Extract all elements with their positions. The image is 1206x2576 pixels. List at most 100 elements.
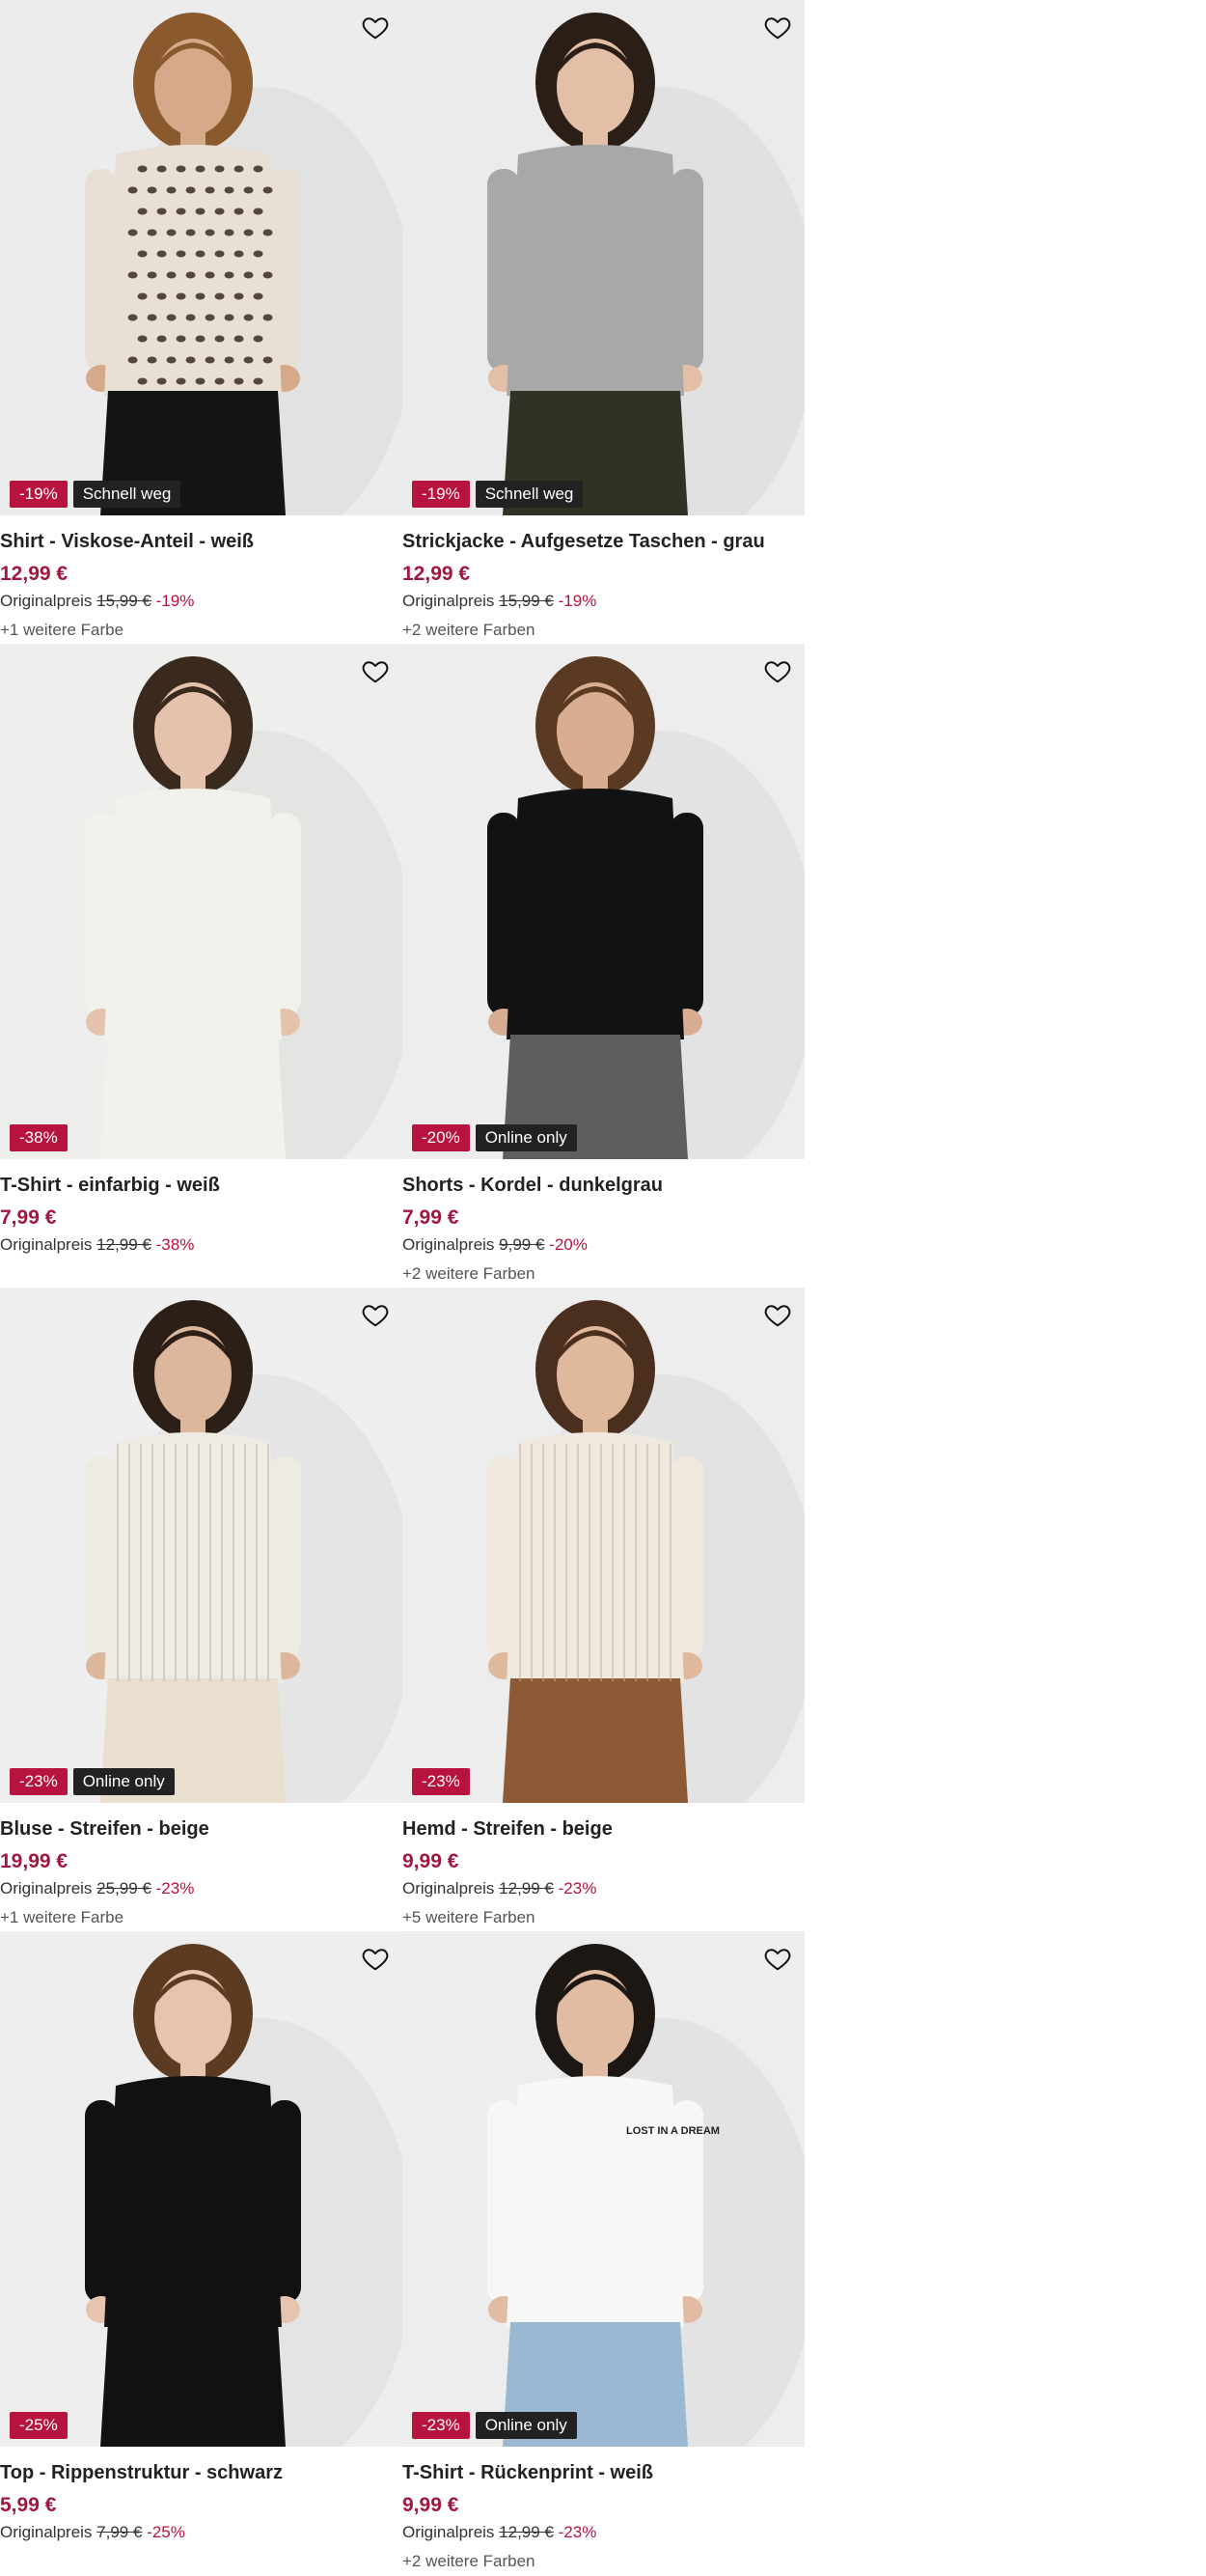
product-grid: -19% Schnell weg Shirt - Viskose-Anteil … [0,0,805,2575]
product-image[interactable]: -20% Online only [402,644,805,1159]
badge-row: -23% [412,1768,470,1795]
badge-row: -20% Online only [412,1124,577,1151]
original-price-discount: -38% [155,1235,195,1254]
product-photo [487,1300,805,1803]
product-card[interactable]: -23% Online only Bluse - Streifen - beig… [0,1288,402,1931]
status-badge: Schnell weg [72,481,181,508]
discount-badge: -23% [412,2412,470,2439]
original-price: 25,99 € [96,1879,151,1897]
original-price-line: Originalpreis 15,99 € -19% [0,592,402,611]
original-price-discount: -25% [147,2523,185,2541]
original-price-line: Originalpreis 12,99 € -38% [0,1235,402,1255]
product-card[interactable]: -23% Hemd - Streifen - beige 9,99 € Orig… [402,1288,805,1931]
original-price: 15,99 € [96,592,151,610]
status-badge: Online only [475,1124,577,1151]
original-price-line: Originalpreis 7,99 € -25% [0,2523,402,2542]
product-image[interactable]: -25% [0,1931,402,2447]
wishlist-button[interactable] [358,1297,393,1332]
product-title[interactable]: T-Shirt - einfarbig - weiß [0,1175,402,1197]
status-badge: Schnell weg [475,481,584,508]
original-price-line: Originalpreis 9,99 € -20% [402,1235,805,1255]
product-photo [85,1300,402,1803]
original-price-label: Originalpreis [402,1879,495,1897]
badge-row: -38% [10,1124,68,1151]
more-colors[interactable]: +2 weitere Farben [402,2552,805,2571]
original-price-line: Originalpreis 25,99 € -23% [0,1879,402,1898]
product-price: 9,99 € [402,1850,459,1872]
original-price-label: Originalpreis [0,592,93,610]
original-price-line: Originalpreis 15,99 € -19% [402,592,805,611]
wishlist-button[interactable] [358,1941,393,1976]
product-price: 7,99 € [402,1206,459,1229]
badge-row: -19% Schnell weg [412,481,584,508]
product-title[interactable]: Shirt - Viskose-Anteil - weiß [0,531,402,553]
discount-badge: -23% [10,1768,68,1795]
product-info: T-Shirt - Rückenprint - weiß 9,99 € Orig… [402,2462,805,2571]
original-price: 12,99 € [499,1879,554,1897]
wishlist-button[interactable] [760,1297,795,1332]
product-info: Shirt - Viskose-Anteil - weiß 12,99 € Or… [0,531,402,640]
original-price-line: Originalpreis 12,99 € -23% [402,1879,805,1898]
discount-badge: -38% [10,1124,68,1151]
original-price-label: Originalpreis [0,1879,93,1897]
heart-outline-icon [362,661,389,683]
heart-outline-icon [764,661,791,683]
original-price-discount: -19% [155,592,195,610]
product-card[interactable]: -25% Top - Rippenstruktur - schwarz 5,99… [0,1931,402,2575]
wishlist-button[interactable] [358,10,393,44]
discount-badge: -19% [412,481,470,508]
original-price-label: Originalpreis [402,592,495,610]
discount-badge: -23% [412,1768,470,1795]
product-photo [85,13,402,515]
wishlist-button[interactable] [358,653,393,688]
original-price-label: Originalpreis [402,1235,495,1254]
product-image[interactable]: -38% [0,644,402,1159]
original-price: 7,99 € [96,2523,143,2541]
heart-outline-icon [764,1949,791,1971]
product-card[interactable]: -20% Online only Shorts - Kordel - dunke… [402,644,805,1288]
product-info: Shorts - Kordel - dunkelgrau 7,99 € Orig… [402,1175,805,1284]
more-colors[interactable]: +5 weitere Farben [402,1908,805,1927]
more-colors[interactable]: +1 weitere Farbe [0,1908,402,1927]
product-title[interactable]: Top - Rippenstruktur - schwarz [0,2462,402,2484]
heart-outline-icon [764,17,791,40]
original-price-discount: -23% [558,2523,597,2541]
original-price-discount: -23% [155,1879,195,1897]
product-image[interactable]: -23% Online only [0,1288,402,1803]
badge-row: -19% Schnell weg [10,481,181,508]
product-price: 19,99 € [0,1850,69,1872]
product-card[interactable]: -19% Schnell weg Strickjacke - Aufgesetz… [402,0,805,644]
original-price-label: Originalpreis [0,2523,93,2541]
badge-row: -23% Online only [412,2412,577,2439]
heart-outline-icon [764,1305,791,1327]
product-info: T-Shirt - einfarbig - weiß 7,99 € Origin… [0,1175,402,1255]
more-colors[interactable]: +2 weitere Farben [402,621,805,640]
product-card[interactable]: LOST IN A DREAM -23% Online only T-Shirt… [402,1931,805,2575]
wishlist-button[interactable] [760,653,795,688]
product-photo [487,656,805,1159]
more-colors[interactable]: +1 weitere Farbe [0,621,402,640]
product-title[interactable]: Shorts - Kordel - dunkelgrau [402,1175,805,1197]
product-title[interactable]: Bluse - Streifen - beige [0,1818,402,1841]
heart-outline-icon [362,1949,389,1971]
product-title[interactable]: T-Shirt - Rückenprint - weiß [402,2462,805,2484]
product-photo [487,13,805,515]
product-image[interactable]: LOST IN A DREAM -23% Online only [402,1931,805,2447]
original-price-discount: -19% [558,592,597,610]
product-card[interactable]: -19% Schnell weg Shirt - Viskose-Anteil … [0,0,402,644]
product-title[interactable]: Strickjacke - Aufgesetze Taschen - grau [402,531,805,553]
original-price: 15,99 € [499,592,554,610]
product-card[interactable]: -38% T-Shirt - einfarbig - weiß 7,99 € O… [0,644,402,1288]
wishlist-button[interactable] [760,10,795,44]
more-colors[interactable]: +2 weitere Farben [402,1264,805,1284]
status-badge: Online only [72,1768,175,1795]
product-image[interactable]: -19% Schnell weg [0,0,402,515]
product-price: 7,99 € [0,1206,57,1229]
product-price: 9,99 € [402,2494,459,2516]
product-image[interactable]: -23% [402,1288,805,1803]
wishlist-button[interactable] [760,1941,795,1976]
product-image[interactable]: -19% Schnell weg [402,0,805,515]
product-photo [85,656,402,1159]
product-price: 12,99 € [402,563,471,585]
product-title[interactable]: Hemd - Streifen - beige [402,1818,805,1841]
